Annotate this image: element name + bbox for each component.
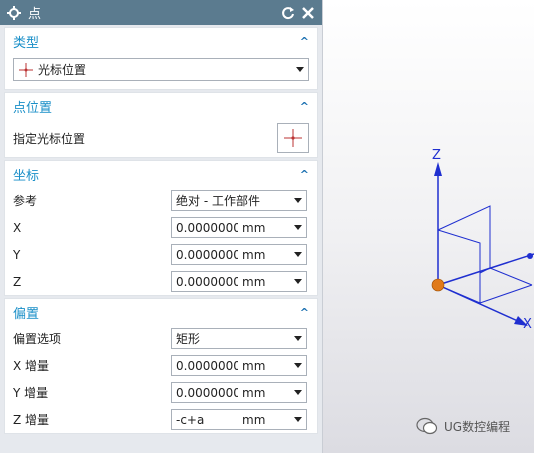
coord-y-input[interactable]: 0.000000000( mm xyxy=(171,244,307,265)
type-section-header[interactable]: 类型 ^ xyxy=(5,28,317,54)
unit-label: mm xyxy=(242,247,266,262)
offset-option-row: 偏置选项 矩形 xyxy=(5,325,317,352)
chevron-down-icon xyxy=(296,67,304,72)
chevron-down-icon xyxy=(294,198,302,203)
chevron-down-icon[interactable] xyxy=(294,279,302,284)
dialog-titlebar[interactable]: 点 xyxy=(0,0,322,25)
dialog-title: 点 xyxy=(28,7,42,22)
crosshair-icon xyxy=(284,129,302,147)
watermark: UG数控编程 xyxy=(416,417,510,435)
point-dialog: 点 类型 ^ 光标位置 点位置 ^ 指定光标位置 坐标 ^ 参考 绝对 - 工作… xyxy=(0,0,323,453)
unit-label: mm xyxy=(242,412,266,427)
coord-x-value[interactable]: 0.000000000( xyxy=(176,221,238,235)
z-axis-label: Z xyxy=(432,148,441,163)
chevron-up-icon[interactable]: ^ xyxy=(300,35,309,48)
reference-value: 绝对 - 工作部件 xyxy=(176,194,260,208)
chevron-down-icon[interactable] xyxy=(294,417,302,422)
offset-label-z: Z 增量 xyxy=(13,413,50,427)
unit-label: mm xyxy=(242,385,266,400)
offset-option-value: 矩形 xyxy=(176,332,201,346)
offset-x-input[interactable]: 0.000000000( mm xyxy=(171,355,307,376)
coord-label-y: Y xyxy=(13,247,21,262)
coord-row-z: Z 0.000000000( mm xyxy=(5,268,317,295)
chevron-down-icon[interactable] xyxy=(294,363,302,368)
coord-x-input[interactable]: 0.000000000( mm xyxy=(171,217,307,238)
point-location-section: 点位置 ^ 指定光标位置 xyxy=(4,92,318,158)
coord-z-input[interactable]: 0.000000000( mm xyxy=(171,271,307,292)
type-select[interactable]: 光标位置 xyxy=(13,58,309,81)
coord-row-x: X 0.000000000( mm xyxy=(5,214,317,241)
reset-icon[interactable] xyxy=(280,5,296,21)
coordinate-system xyxy=(431,162,534,326)
type-select-value: 光标位置 xyxy=(38,63,87,77)
offset-option-label: 偏置选项 xyxy=(13,332,62,346)
offset-row-z: Z 增量 -c+a mm xyxy=(5,406,317,433)
offset-option-select[interactable]: 矩形 xyxy=(171,328,307,349)
point-location-title: 点位置 xyxy=(13,100,53,116)
chevron-down-icon[interactable] xyxy=(294,252,302,257)
unit-label: mm xyxy=(242,274,266,289)
x-axis-label: X xyxy=(523,317,532,332)
offset-z-value[interactable]: -c+a xyxy=(176,413,238,427)
offset-section: 偏置 ^ 偏置选项 矩形 X 增量 0.000000000( mm Y 增量 0… xyxy=(4,298,318,434)
reference-select[interactable]: 绝对 - 工作部件 xyxy=(171,190,307,211)
coord-z-value[interactable]: 0.000000000( xyxy=(176,275,238,289)
offset-y-value[interactable]: 0.000000000( xyxy=(176,386,238,400)
offset-header[interactable]: 偏置 ^ xyxy=(5,299,317,325)
offset-row-y: Y 增量 0.000000000( mm xyxy=(5,379,317,406)
coord-label-x: X xyxy=(13,220,22,235)
type-section-title: 类型 xyxy=(13,35,40,51)
cursor-point-icon xyxy=(19,62,33,77)
wechat-icon xyxy=(416,417,438,435)
gear-icon[interactable] xyxy=(6,5,22,21)
point-location-row: 指定光标位置 xyxy=(5,119,317,157)
point-location-header[interactable]: 点位置 ^ xyxy=(5,93,317,119)
unit-label: mm xyxy=(242,358,266,373)
graphics-viewport[interactable]: Z X xyxy=(322,0,534,453)
watermark-text: UG数控编程 xyxy=(444,419,511,434)
offset-z-input[interactable]: -c+a mm xyxy=(171,409,307,430)
chevron-up-icon[interactable]: ^ xyxy=(300,100,309,113)
type-section: 类型 ^ 光标位置 xyxy=(4,27,318,90)
coord-label-z: Z xyxy=(13,274,22,289)
reference-row: 参考 绝对 - 工作部件 xyxy=(5,187,317,214)
coord-row-y: Y 0.000000000( mm xyxy=(5,241,317,268)
chevron-down-icon[interactable] xyxy=(294,225,302,230)
coordinates-title: 坐标 xyxy=(13,168,40,184)
pick-point-button[interactable] xyxy=(277,123,309,153)
offset-label-y: Y 增量 xyxy=(13,386,49,400)
coordinates-header[interactable]: 坐标 ^ xyxy=(5,161,317,187)
unit-label: mm xyxy=(242,220,266,235)
specify-cursor-label: 指定光标位置 xyxy=(13,131,86,146)
coord-y-value[interactable]: 0.000000000( xyxy=(176,248,238,262)
close-icon[interactable] xyxy=(300,5,316,21)
chevron-up-icon[interactable]: ^ xyxy=(300,168,309,181)
chevron-down-icon[interactable] xyxy=(294,390,302,395)
reference-label: 参考 xyxy=(13,194,38,208)
offset-y-input[interactable]: 0.000000000( mm xyxy=(171,382,307,403)
offset-x-value[interactable]: 0.000000000( xyxy=(176,359,238,373)
chevron-up-icon[interactable]: ^ xyxy=(300,306,309,319)
chevron-down-icon xyxy=(294,336,302,341)
offset-title: 偏置 xyxy=(13,306,40,322)
offset-label-x: X 增量 xyxy=(13,359,50,373)
coordinates-section: 坐标 ^ 参考 绝对 - 工作部件 X 0.000000000( mm Y 0.… xyxy=(4,160,318,296)
offset-row-x: X 增量 0.000000000( mm xyxy=(5,352,317,379)
